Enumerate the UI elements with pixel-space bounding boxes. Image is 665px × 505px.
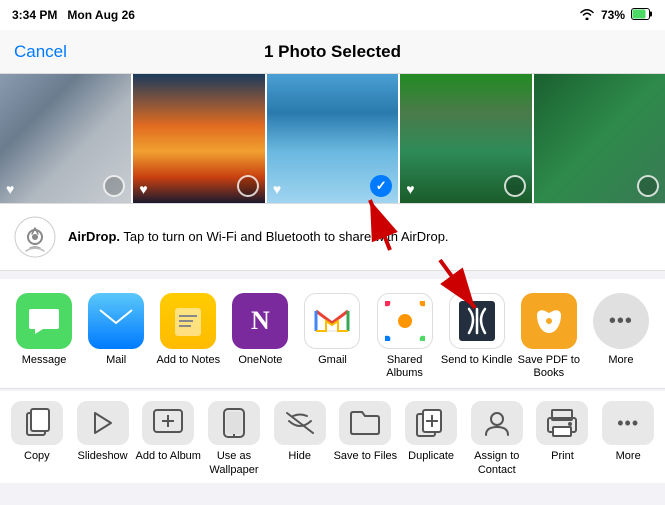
app-item-onenote[interactable]: N OneNote [224, 293, 296, 367]
nav-bar: Cancel 1 Photo Selected [0, 30, 665, 74]
action-icon-more: ••• [602, 401, 654, 445]
actions-row: Copy Slideshow Add to Album Use as Wallp… [0, 391, 665, 482]
app-icon-kindle [449, 293, 505, 349]
heart-icon-1: ♥ [6, 181, 14, 197]
heart-icon-3: ♥ [273, 181, 281, 197]
app-icon-message [16, 293, 72, 349]
action-icon-print [536, 401, 588, 445]
airdrop-row[interactable]: AirDrop. Tap to turn on Wi-Fi and Blueto… [0, 204, 665, 271]
action-label-print: Print [551, 450, 574, 463]
photo-thumb-4[interactable]: ♥ [400, 74, 533, 203]
action-item-copy[interactable]: Copy [4, 401, 70, 463]
action-item-save-files[interactable]: Save to Files [333, 401, 399, 463]
app-icon-books [521, 293, 577, 349]
app-icon-gmail [304, 293, 360, 349]
photo-thumb-5[interactable] [534, 74, 665, 203]
app-icon-more: ••• [593, 293, 649, 349]
airdrop-icon [14, 216, 56, 258]
action-icon-copy [11, 401, 63, 445]
status-time: 3:34 PM Mon Aug 26 [12, 8, 135, 22]
nav-title: 1 Photo Selected [264, 42, 401, 62]
battery-text: 73% [601, 8, 625, 22]
airdrop-description: AirDrop. Tap to turn on Wi-Fi and Blueto… [68, 228, 449, 246]
action-label-copy: Copy [24, 450, 50, 463]
app-label-gmail: Gmail [318, 354, 347, 367]
app-item-mail[interactable]: Mail [80, 293, 152, 367]
action-icon-save-files [339, 401, 391, 445]
action-label-hide: Hide [288, 450, 311, 463]
action-label-wallpaper: Use as Wallpaper [201, 450, 267, 476]
photo-strip: ♥ ♥ ♥ ♥ [0, 74, 665, 204]
action-label-slideshow: Slideshow [77, 450, 127, 463]
app-label-notes: Add to Notes [156, 354, 220, 367]
action-icon-add-album [142, 401, 194, 445]
action-item-add-album[interactable]: Add to Album [135, 401, 201, 463]
select-circle-2[interactable] [237, 175, 259, 197]
share-sheet: AirDrop. Tap to turn on Wi-Fi and Blueto… [0, 204, 665, 483]
action-icon-wallpaper [208, 401, 260, 445]
photo-thumb-3[interactable]: ♥ [267, 74, 400, 203]
heart-icon-4: ♥ [406, 181, 414, 197]
app-item-shared-albums[interactable]: Shared Albums [369, 293, 441, 380]
action-icon-assign-contact [471, 401, 523, 445]
app-icon-notes [160, 293, 216, 349]
app-label-onenote: OneNote [238, 354, 282, 367]
select-circle-5[interactable] [637, 175, 659, 197]
action-item-wallpaper[interactable]: Use as Wallpaper [201, 401, 267, 476]
action-icon-duplicate [405, 401, 457, 445]
action-item-assign-contact[interactable]: Assign to Contact [464, 401, 530, 476]
photo-thumb-1[interactable]: ♥ [0, 74, 133, 203]
app-label-kindle: Send to Kindle [441, 354, 513, 367]
app-item-kindle[interactable]: Send to Kindle [441, 293, 513, 367]
app-label-books: Save PDF to Books [513, 354, 585, 380]
action-icon-hide [274, 401, 326, 445]
app-label-mail: Mail [106, 354, 126, 367]
action-label-assign-contact: Assign to Contact [464, 450, 530, 476]
action-icon-slideshow [77, 401, 129, 445]
action-label-add-album: Add to Album [136, 450, 201, 463]
action-item-hide[interactable]: Hide [267, 401, 333, 463]
heart-icon-2: ♥ [139, 181, 147, 197]
app-icon-shared-albums [377, 293, 433, 349]
app-item-books[interactable]: Save PDF to Books [513, 293, 585, 380]
select-circle-4[interactable] [504, 175, 526, 197]
status-bar: 3:34 PM Mon Aug 26 73% [0, 0, 665, 30]
action-item-duplicate[interactable]: Duplicate [398, 401, 464, 463]
status-right: 73% [579, 8, 653, 23]
wifi-icon [579, 8, 595, 23]
action-label-more-actions: More [616, 450, 641, 463]
app-icon-mail [88, 293, 144, 349]
app-item-message[interactable]: Message [8, 293, 80, 367]
action-label-save-files: Save to Files [334, 450, 398, 463]
action-item-print[interactable]: Print [530, 401, 596, 463]
app-item-gmail[interactable]: Gmail [296, 293, 368, 367]
battery-icon [631, 8, 653, 23]
app-item-notes[interactable]: Add to Notes [152, 293, 224, 367]
app-item-more[interactable]: ••• More [585, 293, 657, 367]
apps-row: Message Mail Add to Notes N OneNote [0, 279, 665, 389]
photo-thumb-2[interactable]: ♥ [133, 74, 266, 203]
cancel-button[interactable]: Cancel [14, 42, 67, 62]
action-label-duplicate: Duplicate [408, 450, 454, 463]
app-label-shared-albums: Shared Albums [369, 354, 441, 380]
app-icon-onenote: N [232, 293, 288, 349]
app-label-more-apps: More [608, 354, 633, 367]
action-item-slideshow[interactable]: Slideshow [70, 401, 136, 463]
app-label-message: Message [22, 354, 67, 367]
action-item-more[interactable]: ••• More [595, 401, 661, 463]
